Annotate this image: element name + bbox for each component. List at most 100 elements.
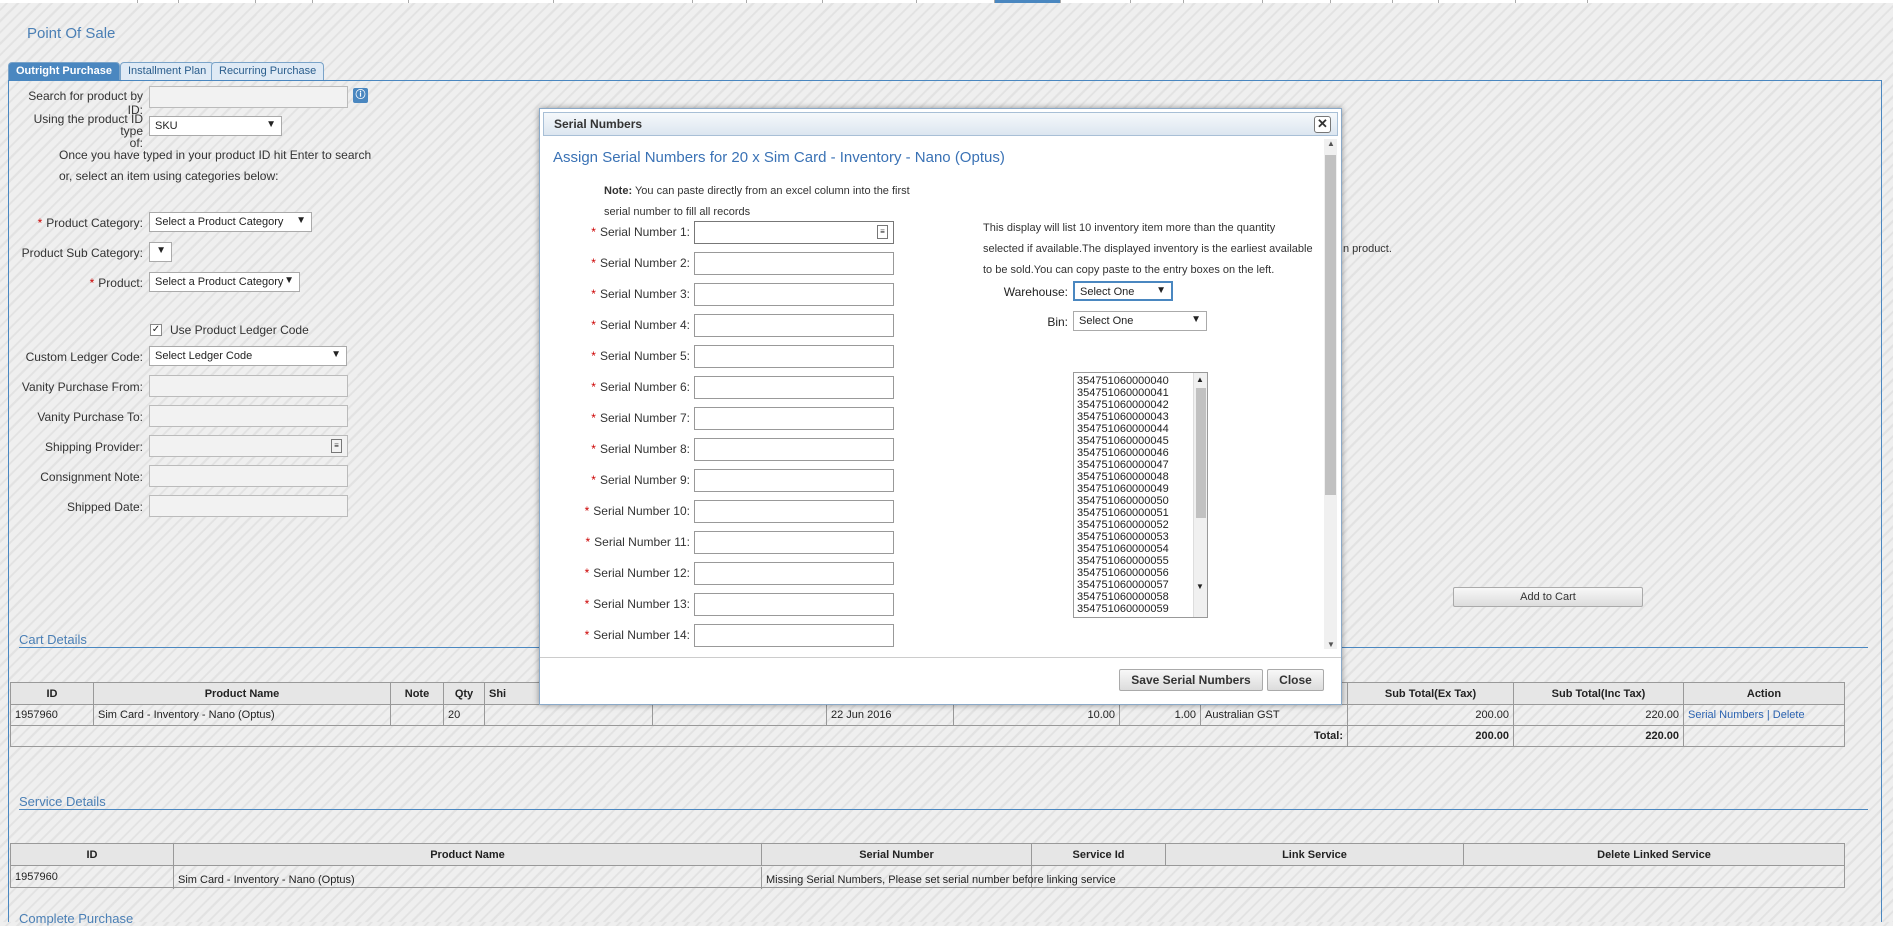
list-item[interactable]: 354751060000040 (1077, 375, 1204, 387)
product-subcategory-select[interactable]: ▼ (149, 242, 172, 262)
list-picker-icon[interactable]: ≡ (331, 439, 342, 453)
list-item[interactable]: 354751060000052 (1077, 519, 1204, 531)
list-item[interactable]: 354751060000049 (1077, 483, 1204, 495)
product-category-select[interactable]: Select a Product Category ▼ (149, 212, 312, 232)
warehouse-select[interactable]: Select One ▼ (1073, 281, 1173, 301)
product-select[interactable]: Select a Product Category ▼ (149, 272, 300, 292)
serial-number-label: * Serial Number 7: (550, 411, 690, 425)
serial-number-input[interactable] (694, 345, 894, 368)
serial-number-input[interactable] (694, 314, 894, 337)
scroll-down-icon[interactable]: ▼ (1196, 581, 1204, 593)
cart-date: 22 Jun 2016 (826, 704, 954, 726)
shipping-provider-input[interactable]: ≡ (149, 435, 348, 457)
use-ledger-label: Use Product Ledger Code (170, 323, 309, 337)
col-service-product-name: Product Name (173, 843, 762, 866)
service-row-divider-2 (173, 867, 174, 889)
col-delete-linked-service: Delete Linked Service (1463, 843, 1845, 866)
serial-number-label-text: Serial Number 10: (593, 504, 690, 518)
listbox-scroll-thumb[interactable] (1196, 388, 1206, 518)
serial-number-input[interactable] (694, 438, 894, 461)
serial-numbers-link[interactable]: Serial Numbers (1688, 709, 1764, 721)
list-picker-icon[interactable]: ≡ (877, 225, 888, 239)
vanity-from-input[interactable] (149, 375, 348, 397)
tab-installment-plan[interactable]: Installment Plan (120, 62, 215, 80)
page-title: Point Of Sale (27, 25, 116, 42)
list-item[interactable]: 354751060000041 (1077, 387, 1204, 399)
list-item[interactable]: 354751060000053 (1077, 531, 1204, 543)
list-item[interactable]: 354751060000054 (1077, 543, 1204, 555)
complete-purchase-title: Complete Purchase (19, 911, 134, 926)
serial-number-input[interactable] (694, 562, 894, 585)
serial-number-input[interactable] (694, 407, 894, 430)
serial-number-input[interactable] (694, 252, 894, 275)
serial-number-label: * Serial Number 1: (550, 225, 690, 239)
list-item[interactable]: 354751060000058 (1077, 591, 1204, 603)
serial-number-input[interactable] (694, 469, 894, 492)
list-item[interactable]: 354751060000043 (1077, 411, 1204, 423)
dropdown-arrow-icon: ▼ (331, 349, 341, 360)
service-row-divider (761, 867, 762, 889)
serial-number-label: * Serial Number 5: (550, 349, 690, 363)
serial-number-input[interactable] (694, 376, 894, 399)
required-marker: * (591, 287, 596, 301)
consignment-note-input[interactable] (149, 465, 348, 487)
custom-ledger-select[interactable]: Select Ledger Code ▼ (149, 346, 347, 366)
use-ledger-checkbox[interactable]: ✓ (150, 324, 162, 336)
close-button[interactable]: Close (1267, 669, 1324, 691)
add-to-cart-button[interactable]: Add to Cart (1453, 587, 1643, 607)
search-product-input[interactable] (149, 86, 348, 108)
required-marker: * (584, 566, 590, 580)
serial-number-input[interactable] (694, 500, 894, 523)
cart-details-title: Cart Details (19, 632, 87, 647)
delete-link[interactable]: Delete (1773, 709, 1805, 721)
product-label-text: Product: (98, 276, 143, 290)
list-item[interactable]: 354751060000059 (1077, 603, 1204, 615)
serial-number-input[interactable] (694, 624, 894, 647)
tab-recurring-purchase[interactable]: Recurring Purchase (211, 62, 325, 80)
scroll-up-icon[interactable]: ▲ (1196, 374, 1204, 386)
required-marker: * (584, 597, 590, 611)
col-qty: Qty (443, 682, 485, 705)
dialog-scroll-thumb[interactable] (1325, 155, 1336, 495)
list-item[interactable]: 354751060000051 (1077, 507, 1204, 519)
serial-number-input[interactable] (694, 593, 894, 616)
info-icon[interactable]: ⓘ (353, 88, 368, 103)
dialog-header: Serial Numbers ✕ (543, 112, 1338, 136)
shipped-date-input[interactable] (149, 495, 348, 517)
list-item[interactable]: 354751060000050 (1077, 495, 1204, 507)
note-text-2: serial number to fill all records (604, 206, 751, 218)
vanity-to-input[interactable] (149, 405, 348, 427)
serial-number-label: * Serial Number 4: (550, 318, 690, 332)
dialog-scrollbar[interactable]: ▲ ▼ (1324, 139, 1337, 649)
list-item[interactable]: 354751060000042 (1077, 399, 1204, 411)
list-item[interactable]: 354751060000044 (1077, 423, 1204, 435)
list-item[interactable]: 354751060000048 (1077, 471, 1204, 483)
list-item[interactable]: 354751060000046 (1077, 447, 1204, 459)
col-serial-number: Serial Number (761, 843, 1032, 866)
list-item[interactable]: 354751060000055 (1077, 555, 1204, 567)
serial-number-input[interactable] (694, 283, 894, 306)
list-item[interactable]: 354751060000057 (1077, 579, 1204, 591)
serial-number-input[interactable] (694, 531, 894, 554)
inventory-listbox[interactable]: ▲ ▼ 354751060000040 354751060000041 354751… (1073, 372, 1208, 618)
listbox-scrollbar[interactable]: ▲ ▼ (1193, 373, 1207, 617)
scroll-up-icon[interactable]: ▲ (1327, 139, 1335, 148)
id-type-select[interactable]: SKU ▼ (149, 116, 282, 136)
scroll-down-icon[interactable]: ▼ (1327, 640, 1335, 649)
close-icon[interactable]: ✕ (1314, 116, 1331, 133)
bin-select[interactable]: Select One ▼ (1073, 311, 1207, 331)
tab-outright-purchase[interactable]: Outright Purchase (8, 62, 120, 80)
save-serial-numbers-button[interactable]: Save Serial Numbers (1119, 669, 1263, 691)
serial-number-input[interactable]: ≡ (694, 221, 894, 244)
serial-number-label: * Serial Number 3: (550, 287, 690, 301)
serial-number-label: * Serial Number 9: (550, 473, 690, 487)
required-marker: * (591, 349, 596, 363)
list-item[interactable]: 354751060000056 (1077, 567, 1204, 579)
paste-note: Note: You can paste directly from an exc… (604, 181, 910, 223)
col-id: ID (10, 682, 94, 705)
list-item[interactable]: 354751060000047 (1077, 459, 1204, 471)
cart-blank (652, 704, 827, 726)
shipping-provider-label: Shipping Provider: (44, 440, 143, 454)
serial-number-label: * Serial Number 2: (550, 256, 690, 270)
list-item[interactable]: 354751060000045 (1077, 435, 1204, 447)
